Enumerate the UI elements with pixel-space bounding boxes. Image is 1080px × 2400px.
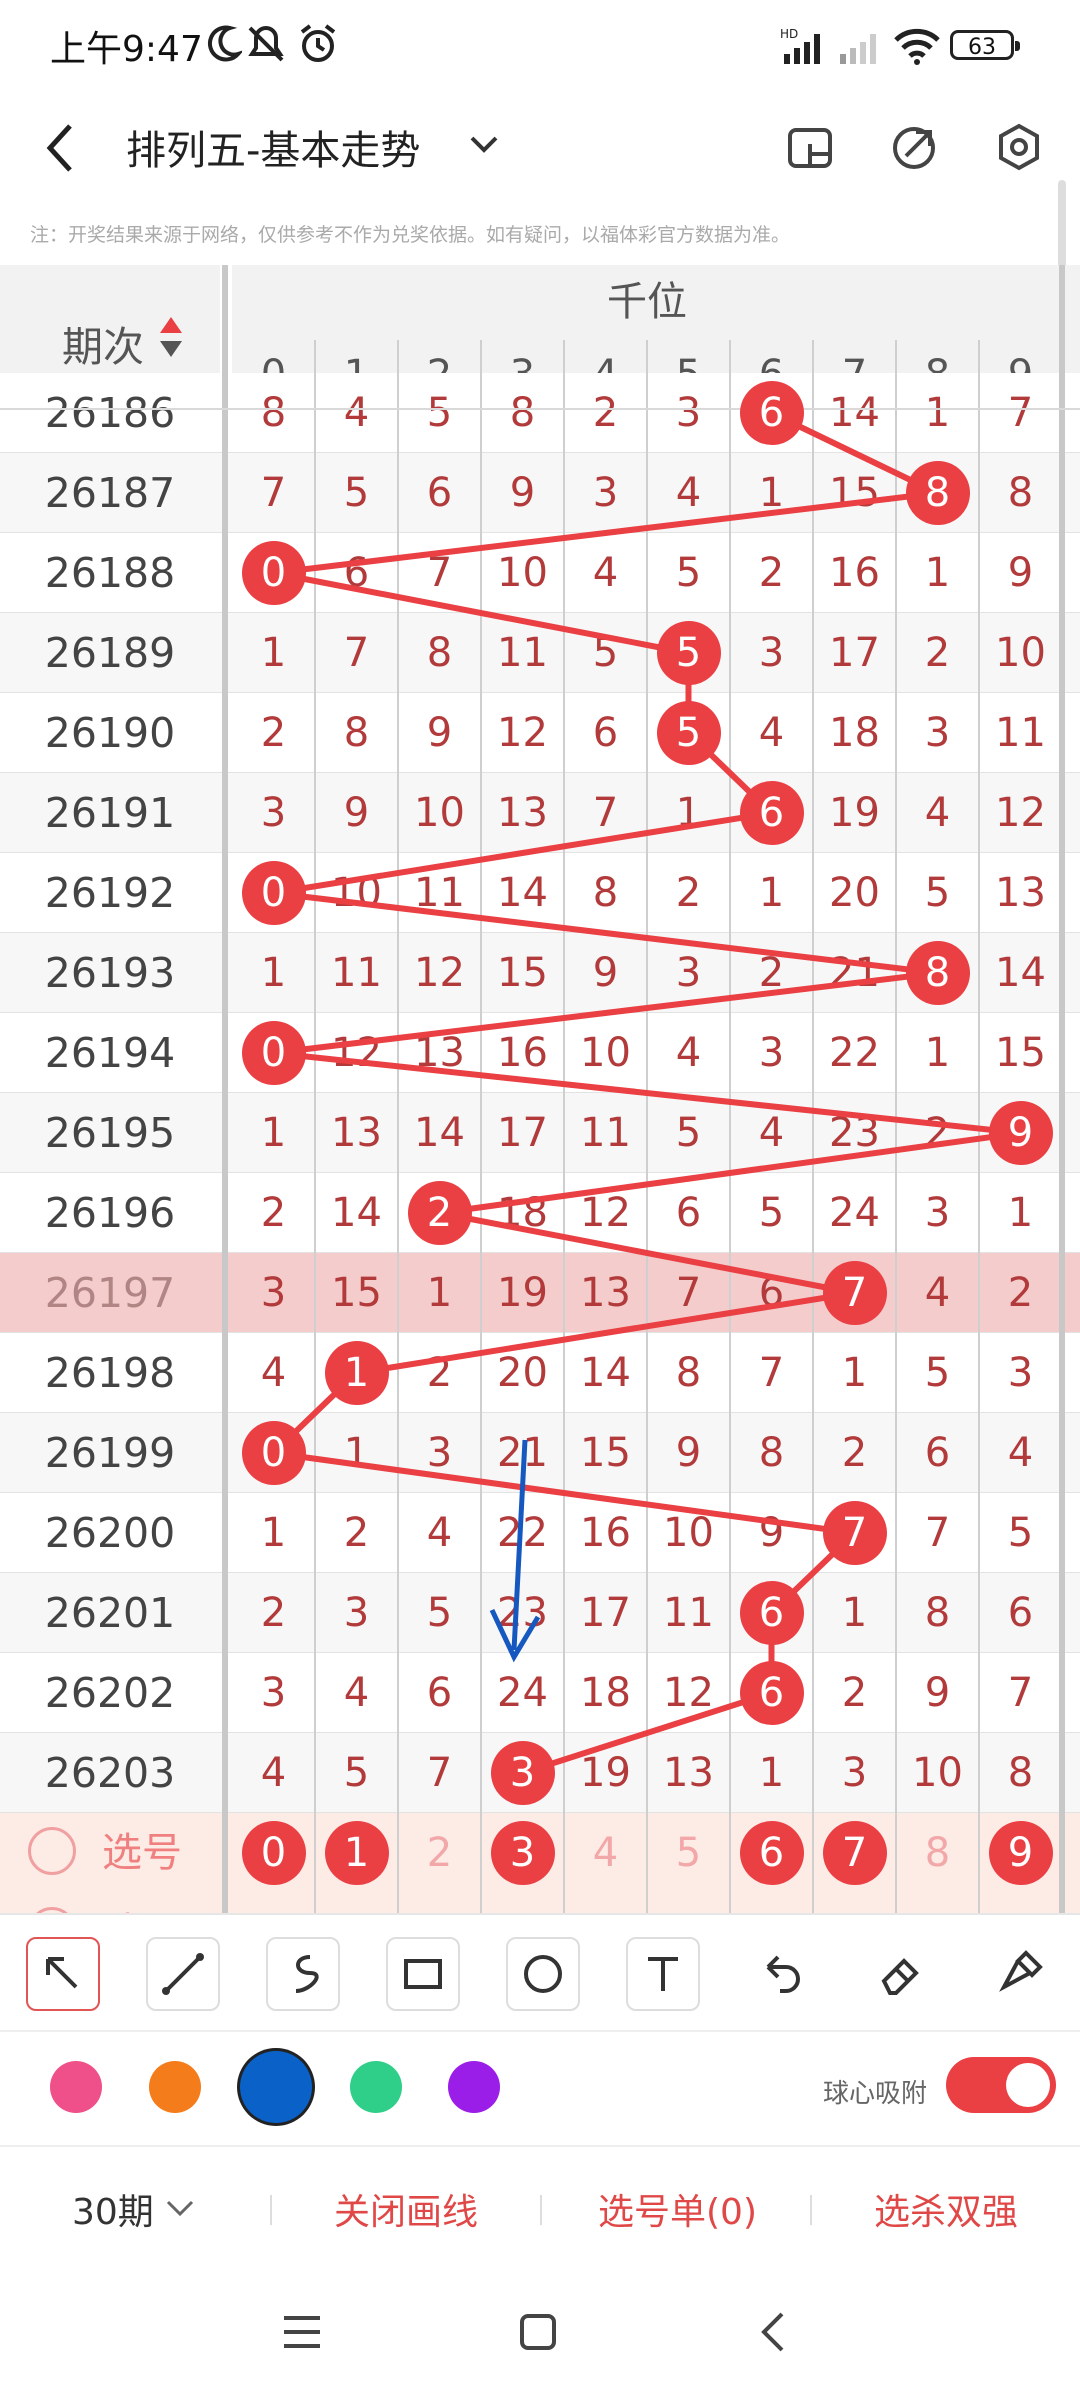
page-title[interactable]: 排列五-基本走势 — [126, 118, 420, 176]
disclaimer-note: 注：开奖结果来源于网络，仅供参考不作为兑奖依据。如有疑问，以福体彩官方数据为准。 — [30, 224, 791, 246]
period-chevron-icon[interactable] — [164, 2196, 196, 2220]
hit-ball: 2 — [407, 1181, 472, 1245]
layout-toggle-icon[interactable] — [786, 124, 834, 172]
hit-ball: 5 — [656, 621, 721, 685]
divider — [810, 2195, 812, 2225]
back-nav-icon[interactable] — [752, 2310, 796, 2354]
home-icon[interactable] — [516, 2310, 560, 2354]
line-tool[interactable] — [146, 1937, 220, 2011]
hit-ball: 6 — [739, 781, 804, 845]
menu-icon[interactable] — [280, 2310, 324, 2354]
hit-ball: 6 — [739, 1661, 804, 1725]
hit-ball: 6 — [739, 381, 804, 445]
hit-ball: 9 — [988, 1101, 1053, 1165]
mute-icon — [248, 25, 284, 62]
wifi-icon — [894, 28, 940, 65]
svg-text:HD: HD — [780, 28, 798, 41]
system-nav-bar — [0, 2280, 1080, 2400]
back-icon[interactable] — [40, 120, 80, 176]
hit-ball: 3 — [490, 1741, 555, 1805]
select-number[interactable]: 1 — [324, 1821, 389, 1885]
select-number[interactable]: 6 — [739, 1821, 804, 1885]
hit-ball: 0 — [241, 541, 306, 605]
circle-tool[interactable] — [506, 1937, 580, 2011]
select-number[interactable]: 7 — [822, 1821, 887, 1885]
hit-ball: 5 — [656, 701, 721, 765]
color-swatch[interactable] — [149, 2061, 201, 2113]
hit-ball: 0 — [241, 1421, 306, 1485]
drawing-toolbar — [0, 1913, 1080, 2030]
divider — [270, 2195, 272, 2225]
clear-brush-icon[interactable] — [986, 1937, 1060, 2011]
hit-ball: 7 — [822, 1261, 887, 1325]
snap-toggle[interactable] — [946, 2057, 1056, 2113]
divider — [540, 2195, 542, 2225]
eraser-icon[interactable] — [866, 1937, 940, 2011]
hit-ball: 8 — [905, 461, 970, 525]
hit-ball: 0 — [241, 861, 306, 925]
select-number[interactable]: 9 — [988, 1821, 1053, 1885]
curve-tool[interactable] — [266, 1937, 340, 2011]
undo-icon[interactable] — [746, 1937, 820, 2011]
trend-polyline — [266, 410, 1021, 1776]
text-tool[interactable] — [626, 1937, 700, 2011]
cursor-tool[interactable] — [26, 1937, 100, 2011]
status-bar: 上午9:47 HD 63 — [0, 0, 1080, 90]
moon-icon — [207, 25, 242, 62]
chevron-down-icon[interactable] — [466, 130, 502, 160]
picks-button[interactable]: 选号单(0) — [598, 2183, 757, 2235]
close-lines-button[interactable]: 关闭画线 — [334, 2183, 478, 2235]
snap-label: 球心吸附 — [823, 2079, 928, 2109]
select-number[interactable]: 3 — [490, 1821, 555, 1885]
color-swatch[interactable] — [350, 2061, 402, 2113]
battery-indicator: 63 — [950, 30, 1020, 60]
alarm-icon — [300, 24, 336, 62]
select-number[interactable]: 0 — [241, 1821, 306, 1885]
signal-weak-icon — [840, 34, 876, 64]
hit-ball: 6 — [739, 1581, 804, 1645]
share-icon[interactable] — [890, 122, 938, 172]
color-swatch[interactable] — [448, 2061, 500, 2113]
color-swatch[interactable] — [240, 2051, 312, 2123]
trend-table: 期次 千位 0123456789 26186845823141726187756… — [0, 265, 1080, 1913]
filter-button[interactable]: 选杀双强 — [874, 2183, 1018, 2235]
color-swatch[interactable] — [50, 2061, 102, 2113]
rectangle-tool[interactable] — [386, 1937, 460, 2011]
hit-ball: 0 — [241, 1021, 306, 1085]
hit-ball: 7 — [822, 1501, 887, 1565]
status-time: 上午9:47 — [50, 29, 203, 70]
settings-icon[interactable] — [994, 122, 1044, 172]
hit-ball: 1 — [324, 1341, 389, 1405]
signal-hd-icon: HD — [780, 28, 820, 64]
hit-ball: 8 — [905, 941, 970, 1005]
period-selector[interactable]: 30期 — [72, 2183, 154, 2235]
drawn-arrow[interactable] — [489, 1439, 541, 1663]
